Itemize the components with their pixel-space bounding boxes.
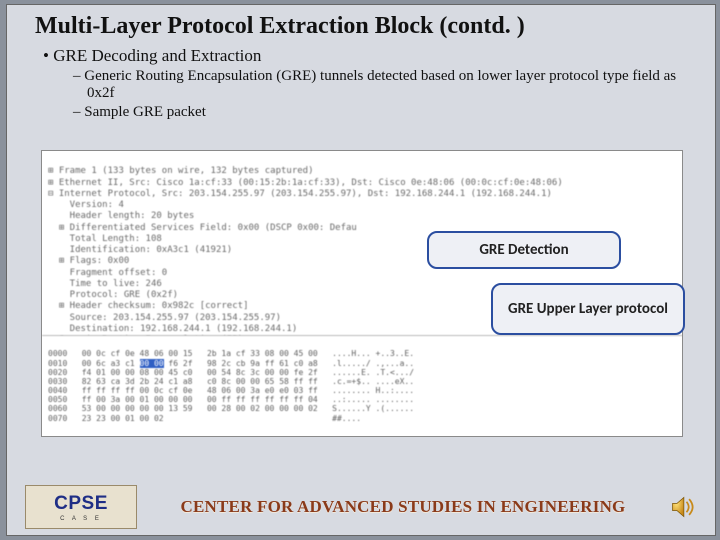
hex-row-2: 0020 f4 01 00 00 08 00 45 c0 00 54 8c 3c… [48, 368, 414, 377]
speaker-icon[interactable] [669, 493, 697, 521]
tree-ip-len: Total Length: 108 [48, 234, 162, 244]
tree-ip-fragoff: Fragment offset: 0 [48, 268, 167, 278]
footer-center-title: CENTER FOR ADVANCED STUDIES IN ENGINEERI… [137, 497, 669, 517]
bullet-l2b: – Sample GRE packet [73, 104, 679, 121]
hex-row-5: 0050 ff 00 3a 00 01 00 00 00 00 ff ff ff… [48, 395, 414, 404]
tree-ip-dsfield[interactable]: ⊞ Differentiated Services Field: 0x00 (D… [48, 223, 357, 233]
bullet-l2a: – Generic Routing Encapsulation (GRE) tu… [73, 68, 679, 102]
hex-row-1: 0010 00 6c a3 c1 00 00 f6 2f 98 2c cb 9a… [48, 359, 414, 368]
tree-ip-ttl: Time to live: 246 [48, 279, 162, 289]
hex-dump[interactable]: 0000 00 0c cf 0e 48 06 00 15 2b 1a cf 33… [42, 335, 683, 436]
hex-row-3: 0030 82 63 ca 3d 2b 24 c1 a8 c0 8c 00 00… [48, 377, 414, 386]
tree-ip-id: Identification: 0xA3c1 (41921) [48, 245, 232, 255]
logo-text-small: C A S E [60, 516, 102, 522]
tree-frame[interactable]: ⊞ Frame 1 (133 bytes on wire, 132 bytes … [48, 166, 314, 176]
tree-ip-hlen: Header length: 20 bytes [48, 211, 194, 221]
hex-row-6: 0060 53 00 00 00 00 00 13 59 00 28 00 02… [48, 404, 414, 413]
bullet-list: • GRE Decoding and Extraction – Generic … [7, 46, 715, 121]
tree-ip-src: Source: 203.154.255.97 (203.154.255.97) [48, 313, 281, 323]
logo-text-big: CPSE [54, 493, 108, 515]
tree-eth[interactable]: ⊞ Ethernet II, Src: Cisco 1a:cf:33 (00:1… [48, 178, 563, 188]
tree-ip-proto: Protocol: GRE (0x2f) [48, 290, 178, 300]
callout-gre-upper-layer: GRE Upper Layer protocol [491, 283, 685, 335]
tree-ip-version: Version: 4 [48, 200, 124, 210]
slide-title: Multi-Layer Protocol Extraction Block (c… [7, 5, 715, 40]
tree-ip-flags[interactable]: ⊞ Flags: 0x00 [48, 256, 129, 266]
footer-bar: CPSE C A S E CENTER FOR ADVANCED STUDIES… [7, 479, 715, 535]
tree-ip-outer[interactable]: ⊟ Internet Protocol, Src: 203.154.255.97… [48, 189, 552, 199]
bullet-l1: • GRE Decoding and Extraction [43, 46, 679, 66]
tree-ip-dst: Destination: 192.168.244.1 (192.168.244.… [48, 324, 297, 334]
slide: Multi-Layer Protocol Extraction Block (c… [6, 4, 716, 536]
tree-ip-cksum[interactable]: ⊞ Header checksum: 0x982c [correct] [48, 301, 248, 311]
callout-gre-detection: GRE Detection [427, 231, 621, 269]
hex-row-4: 0040 ff ff ff ff 00 0c cf 0e 48 06 00 3a… [48, 386, 414, 395]
hex-row-0: 0000 00 0c cf 0e 48 06 00 15 2b 1a cf 33… [48, 349, 414, 358]
case-logo: CPSE C A S E [25, 485, 137, 529]
hex-highlight: 00 00 [140, 359, 164, 368]
hex-row-7: 0070 23 23 00 01 00 02 ##.... [48, 414, 361, 423]
